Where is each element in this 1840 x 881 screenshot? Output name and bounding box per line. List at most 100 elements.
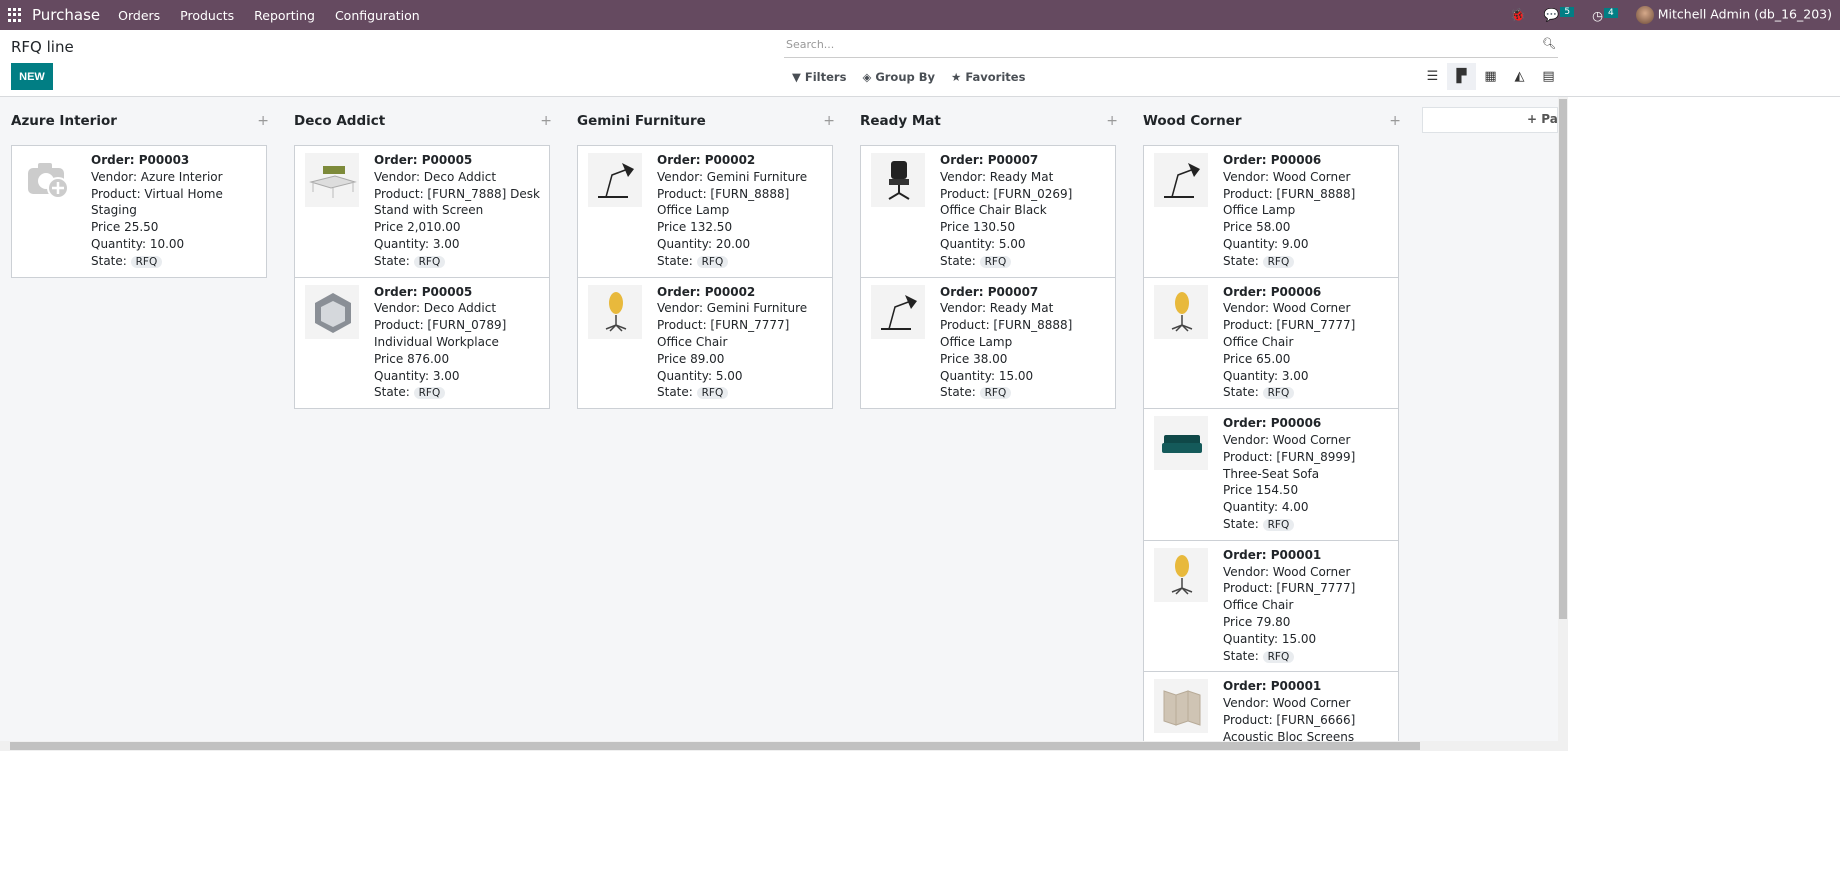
- kanban-card[interactable]: Order: P00007 Vendor: Ready Mat Product:…: [860, 145, 1116, 278]
- state-badge: RFQ: [130, 255, 163, 268]
- kanban-card[interactable]: Order: P00007 Vendor: Ready Mat Product:…: [860, 277, 1116, 410]
- card-quantity: Quantity: 15.00: [940, 368, 1034, 383]
- pivot-view-icon[interactable]: ▦: [1476, 63, 1505, 90]
- user-menu[interactable]: Mitchell Admin (db_16_203): [1635, 6, 1832, 24]
- chat-icon: 💬: [1543, 7, 1560, 22]
- card-product: Product: [FURN_8888] Office Lamp: [1223, 186, 1356, 218]
- card-vendor: Vendor: Wood Corner: [1223, 696, 1351, 711]
- add-column-button[interactable]: + Partner: [1422, 107, 1558, 133]
- card-order: Order: P00001: [1223, 679, 1322, 694]
- state-badge: RFQ: [979, 387, 1012, 400]
- card-price: Price 130.50: [940, 220, 1016, 235]
- card-vendor: Vendor: Ready Mat: [940, 169, 1054, 184]
- product-image: [588, 284, 642, 339]
- card-product: Product: [FURN_7888] Desk Stand with Scr…: [374, 186, 540, 218]
- column-title: Gemini Furniture: [577, 113, 706, 129]
- card-quantity: Quantity: 20.00: [657, 236, 751, 251]
- page-bottom: [0, 751, 1840, 881]
- quick-create-plus-icon[interactable]: +: [1106, 113, 1118, 129]
- favorites-button[interactable]: ★ Favorites: [951, 70, 1025, 84]
- horizontal-scrollbar[interactable]: [0, 741, 1568, 751]
- kanban-column: Wood Corner + Order: P00006 Vendor: Wood …: [1143, 97, 1401, 741]
- card-vendor: Vendor: Wood Corner: [1223, 432, 1351, 447]
- search-icon[interactable]: 🔍︎: [1542, 37, 1556, 50]
- card-vendor: Vendor: Azure Interior: [91, 169, 223, 184]
- messages-badge: 5: [1560, 7, 1575, 17]
- kanban-card[interactable]: Order: P00006 Vendor: Wood Corner Produc…: [1143, 145, 1399, 278]
- column-header[interactable]: Deco Addict +: [294, 97, 552, 145]
- card-quantity: Quantity: 15.00: [1223, 631, 1317, 646]
- quick-create-plus-icon[interactable]: +: [823, 113, 835, 129]
- column-header[interactable]: Azure Interior +: [11, 97, 269, 145]
- kanban-card[interactable]: Order: P00001 Vendor: Wood Corner Produc…: [1143, 540, 1399, 673]
- calendar-view-icon[interactable]: ▤: [1534, 63, 1563, 90]
- app-brand[interactable]: Purchase: [32, 6, 100, 24]
- messages-button[interactable]: 💬 5: [1543, 7, 1575, 23]
- quick-create-plus-icon[interactable]: +: [257, 113, 269, 129]
- graph-view-icon[interactable]: ◭: [1505, 63, 1534, 90]
- group-by-label: Group By: [875, 70, 936, 84]
- kanban-card[interactable]: Order: P00005 Vendor: Deco Addict Produc…: [294, 145, 550, 278]
- menu-reporting[interactable]: Reporting: [254, 8, 315, 23]
- card-order: Order: P00007: [940, 153, 1039, 167]
- card-state: State: RFQ: [940, 253, 1107, 271]
- column-title: Azure Interior: [11, 113, 117, 129]
- add-column-label: Partner: [1541, 112, 1558, 126]
- search-input[interactable]: Search... 🔍︎: [784, 34, 1558, 58]
- column-title: Wood Corner: [1143, 113, 1242, 129]
- card-vendor: Vendor: Gemini Furniture: [657, 301, 808, 316]
- card-vendor: Vendor: Wood Corner: [1223, 564, 1351, 579]
- kanban-card[interactable]: Order: P00005 Vendor: Deco Addict Produc…: [294, 277, 550, 410]
- column-header[interactable]: Gemini Furniture +: [577, 97, 835, 145]
- card-vendor: Vendor: Deco Addict: [374, 169, 497, 184]
- column-title: Deco Addict: [294, 113, 386, 129]
- card-state: State: RFQ: [1223, 648, 1390, 666]
- state-badge: RFQ: [1262, 650, 1295, 663]
- kanban-column: Deco Addict + Order: P00005 Vendor: Deco …: [294, 97, 552, 410]
- right-blank-area: [1568, 97, 1840, 751]
- menu-products[interactable]: Products: [180, 8, 234, 23]
- menu-configuration[interactable]: Configuration: [335, 8, 420, 23]
- control-panel: RFQ line NEW Search... 🔍︎ ▼ Filters ◈ Gro…: [0, 30, 1840, 97]
- top-navbar: Purchase Orders Products Reporting Confi…: [0, 0, 1840, 30]
- card-state: State: RFQ: [657, 384, 824, 402]
- debug-bug-icon[interactable]: 🐞: [1510, 7, 1526, 23]
- state-badge: RFQ: [1262, 255, 1295, 268]
- card-product: Product: [FURN_7777] Office Chair: [1223, 581, 1356, 613]
- column-header[interactable]: Wood Corner +: [1143, 97, 1401, 145]
- menu-orders[interactable]: Orders: [118, 8, 160, 23]
- group-by-button[interactable]: ◈ Group By: [862, 70, 935, 84]
- card-order: Order: P00007: [940, 284, 1039, 299]
- column-header[interactable]: Ready Mat +: [860, 97, 1118, 145]
- kanban-card[interactable]: Order: P00002 Vendor: Gemini Furniture P…: [577, 145, 833, 278]
- quick-create-plus-icon[interactable]: +: [540, 113, 552, 129]
- kanban-card[interactable]: Order: P00002 Vendor: Gemini Furniture P…: [577, 277, 833, 410]
- apps-menu-icon[interactable]: [8, 8, 22, 22]
- card-quantity: Quantity: 5.00: [940, 236, 1026, 251]
- state-badge: RFQ: [979, 255, 1012, 268]
- state-badge: RFQ: [1262, 518, 1295, 531]
- kanban-card[interactable]: Order: P00003 Vendor: Azure Interior Pro…: [11, 145, 267, 278]
- card-product: Product: [FURN_8888] Office Lamp: [657, 186, 790, 218]
- card-price: Price 89.00: [657, 351, 725, 366]
- filters-button[interactable]: ▼ Filters: [792, 70, 846, 84]
- kanban-card[interactable]: Order: P00001 Vendor: Wood Corner Produc…: [1143, 672, 1399, 741]
- state-badge: RFQ: [1262, 387, 1295, 400]
- favorites-label: Favorites: [965, 70, 1026, 84]
- product-image: [305, 153, 359, 207]
- card-order: Order: P00006: [1223, 153, 1322, 167]
- state-badge: RFQ: [413, 387, 446, 400]
- kanban-card[interactable]: Order: P00006 Vendor: Wood Corner Produc…: [1143, 409, 1399, 541]
- filters-label: Filters: [804, 70, 847, 84]
- card-vendor: Vendor: Gemini Furniture: [657, 169, 808, 184]
- card-vendor: Vendor: Ready Mat: [940, 301, 1054, 316]
- kanban-view-icon[interactable]: ▛: [1447, 63, 1476, 90]
- quick-create-plus-icon[interactable]: +: [1389, 113, 1401, 129]
- new-button[interactable]: NEW: [11, 63, 53, 90]
- card-quantity: Quantity: 3.00: [374, 368, 460, 383]
- card-quantity: Quantity: 5.00: [657, 368, 743, 383]
- kanban-card[interactable]: Order: P00006 Vendor: Wood Corner Produc…: [1143, 277, 1399, 410]
- list-view-icon[interactable]: ☰: [1418, 63, 1447, 90]
- activities-button[interactable]: ◷ 4: [1592, 7, 1618, 23]
- vertical-scrollbar[interactable]: [1558, 97, 1568, 741]
